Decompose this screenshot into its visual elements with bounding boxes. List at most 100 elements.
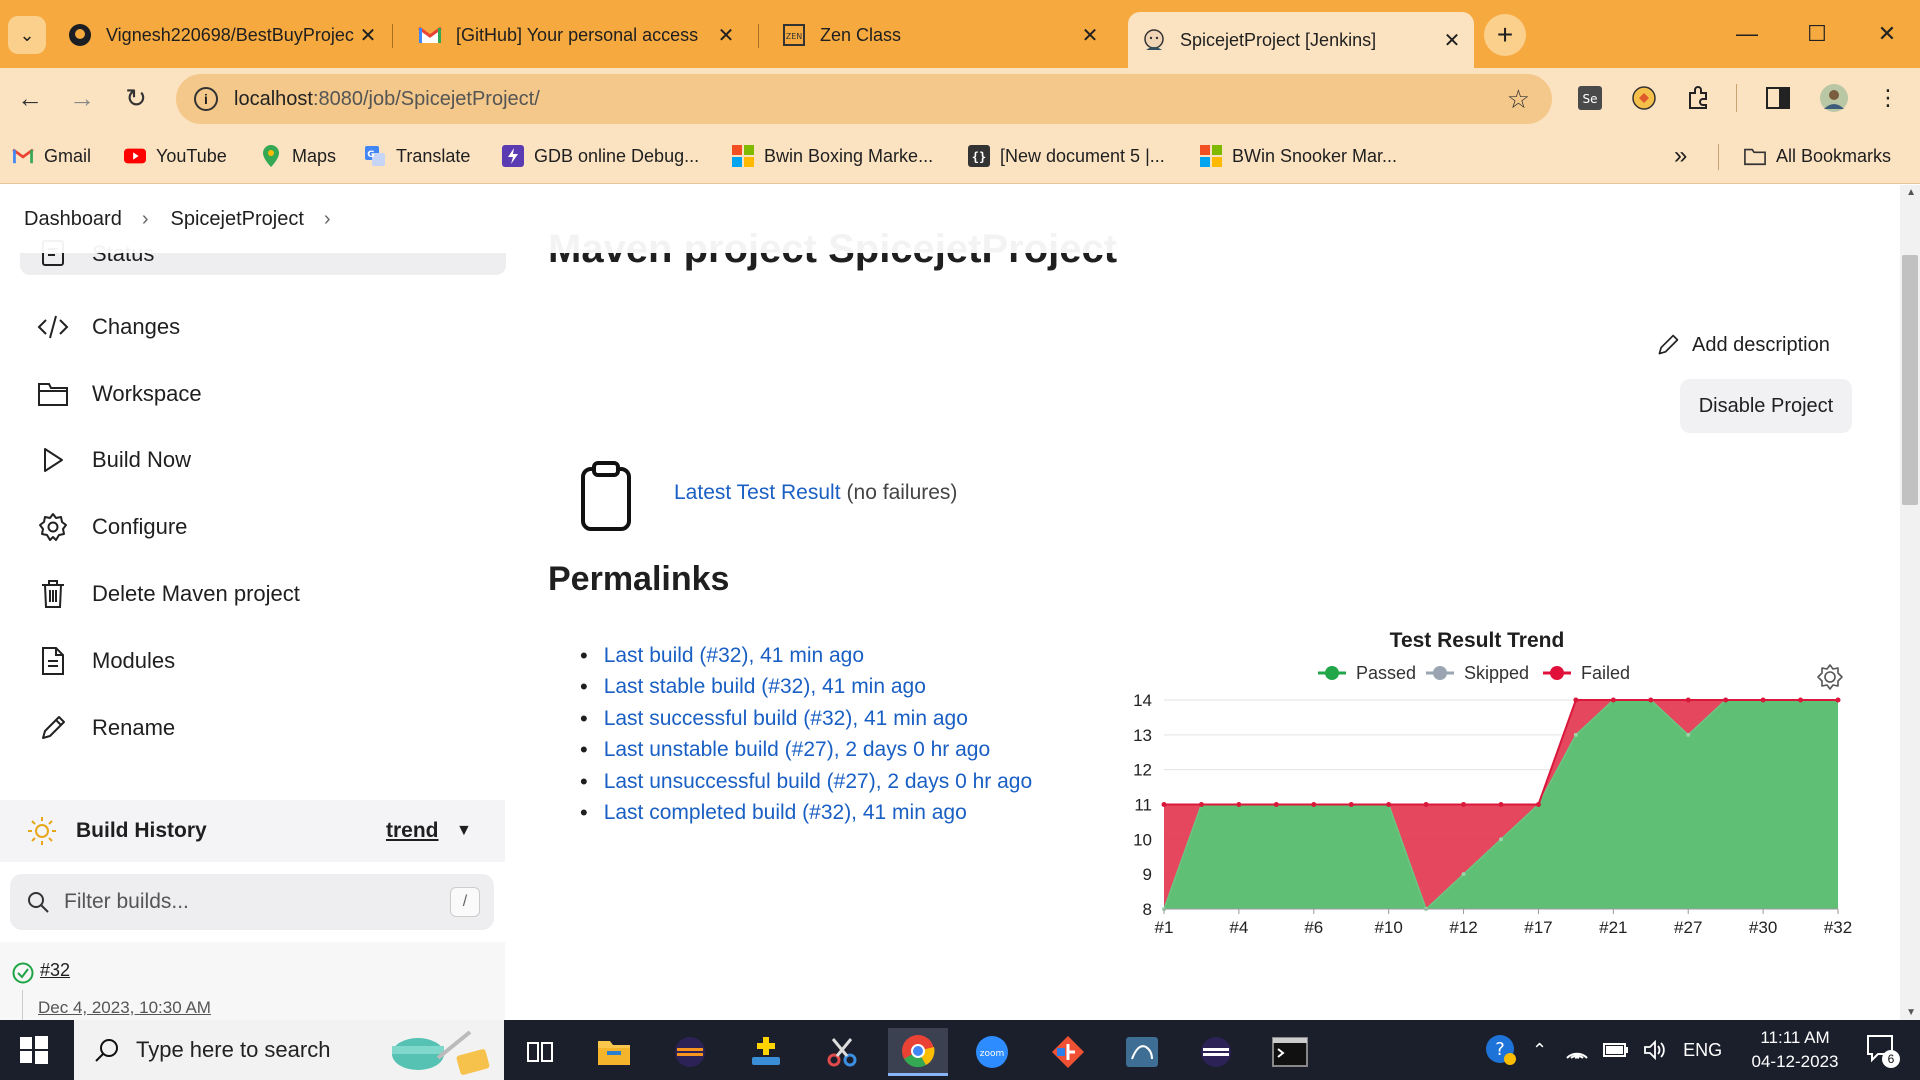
legend-label: Passed — [1356, 663, 1416, 683]
sidebar-item-changes[interactable]: Changes — [20, 299, 506, 355]
maximize-icon: ☐ — [1807, 21, 1827, 46]
permalink-last-unstable-build[interactable]: Last unstable build (#27), 2 days 0 hr a… — [580, 735, 1032, 767]
failed-point — [1535, 802, 1541, 807]
zoom-app-button[interactable]: zoom — [962, 1028, 1022, 1076]
more-menu-icon[interactable]: ⋮ — [1872, 82, 1904, 114]
scrollbar-thumb[interactable] — [1902, 255, 1918, 505]
snipping-tool-button[interactable] — [812, 1028, 872, 1076]
app-button[interactable] — [736, 1028, 796, 1076]
scissors-icon — [827, 1038, 857, 1067]
windows-icon — [20, 1036, 48, 1064]
task-view-button[interactable] — [510, 1028, 570, 1076]
breadcrumb-project[interactable]: SpicejetProject — [171, 208, 304, 231]
disable-project-button[interactable]: Disable Project — [1680, 379, 1852, 433]
permalink-last-build[interactable]: Last build (#32), 41 min ago — [580, 640, 1032, 672]
filter-builds-input[interactable]: Filter builds... / — [10, 874, 494, 930]
chevron-up-icon[interactable]: ⌃ — [1532, 1040, 1547, 1061]
help-icon[interactable]: ? — [1484, 1033, 1518, 1067]
bookmarks-overflow-button[interactable]: » — [1674, 142, 1687, 170]
windows-start-button[interactable] — [18, 1034, 50, 1066]
y-tick-label: 10 — [1133, 830, 1152, 849]
bookmark-translate[interactable]: G Translate — [364, 142, 470, 170]
bookmark-gdb[interactable]: GDB online Debug... — [502, 142, 699, 170]
tab-github[interactable]: Vignesh220698/BestBuyProjec ✕ — [60, 12, 390, 58]
passed-point — [1499, 837, 1503, 842]
sidebar-item-rename[interactable]: Rename — [20, 700, 506, 756]
permalink-last-unsuccessful-build[interactable]: Last unsuccessful build (#27), 2 days 0 … — [580, 766, 1032, 798]
extension-icon[interactable] — [1628, 82, 1660, 114]
eclipse-app-button[interactable] — [660, 1028, 720, 1076]
eclipse-icon — [1201, 1037, 1231, 1067]
volume-icon[interactable] — [1643, 1040, 1667, 1060]
minimize-button[interactable]: — — [1722, 14, 1772, 54]
close-icon[interactable]: ✕ — [356, 23, 380, 48]
sidebar-item-delete[interactable]: Delete Maven project — [20, 566, 506, 622]
y-tick-label: 8 — [1143, 900, 1152, 919]
side-panel-icon[interactable] — [1762, 82, 1794, 114]
avatar[interactable] — [1818, 82, 1850, 114]
tab-zen-class[interactable]: ZEN Zen Class ✕ — [782, 12, 1112, 58]
bookmark-bwin-snooker[interactable]: BWin Snooker Mar... — [1200, 142, 1397, 170]
close-icon[interactable]: ✕ — [1440, 28, 1464, 53]
taskbar-clock[interactable]: 11:11 AM 04-12-2023 — [1740, 1026, 1850, 1074]
permalink-last-successful-build[interactable]: Last successful build (#32), 41 min ago — [580, 703, 1032, 735]
sidebar-item-workspace[interactable]: Workspace — [20, 366, 506, 422]
forward-button[interactable]: → — [62, 78, 102, 118]
scroll-down-icon[interactable]: ▼ — [1906, 1007, 1916, 1018]
tab-search-button[interactable]: ⌄ — [8, 16, 46, 54]
terminal-app-button[interactable] — [1260, 1028, 1320, 1076]
bookmark-new-document[interactable]: {} [New document 5 |... — [968, 142, 1165, 170]
sidebar-item-configure[interactable]: Configure — [20, 499, 506, 555]
all-bookmarks-button[interactable]: All Bookmarks — [1744, 142, 1891, 170]
sidebar-item-modules[interactable]: Modules — [20, 633, 506, 689]
star-icon[interactable]: ☆ — [1507, 84, 1530, 115]
sidebar-item-build-now[interactable]: Build Now — [20, 432, 506, 488]
notifications-button[interactable]: 6 — [1864, 1032, 1900, 1068]
git-app-button[interactable] — [1038, 1028, 1098, 1076]
permalink-last-stable-build[interactable]: Last stable build (#32), 41 min ago — [580, 672, 1032, 704]
breadcrumb-dashboard[interactable]: Dashboard — [24, 208, 122, 231]
latest-test-result-link[interactable]: Latest Test Result — [674, 481, 841, 505]
close-icon[interactable]: ✕ — [1078, 23, 1102, 48]
eclipse-app-button-2[interactable] — [1186, 1028, 1246, 1076]
info-icon[interactable]: i — [194, 87, 218, 111]
chrome-app-button[interactable] — [888, 1028, 948, 1076]
build-date[interactable]: Dec 4, 2023, 10:30 AM — [38, 998, 211, 1018]
selenium-extension-icon[interactable]: Se — [1574, 82, 1606, 114]
chevron-down-icon[interactable]: ▼ — [456, 822, 472, 840]
sidebar-item-label: Changes — [92, 314, 181, 339]
back-button[interactable]: ← — [10, 78, 50, 118]
reload-icon: ↻ — [125, 82, 147, 113]
add-description-button[interactable]: Add description — [1656, 333, 1830, 357]
search-icon — [94, 1037, 120, 1063]
trend-link[interactable]: trend — [386, 819, 439, 843]
reload-button[interactable]: ↻ — [116, 78, 156, 118]
wifi-icon[interactable] — [1565, 1040, 1589, 1060]
y-tick-label: 11 — [1134, 796, 1152, 815]
mysql-app-button[interactable] — [1112, 1028, 1172, 1076]
close-icon[interactable]: ✕ — [714, 23, 738, 48]
page-scrollbar[interactable]: ▲ ▼ — [1900, 185, 1920, 1020]
permalink-last-completed-build[interactable]: Last completed build (#32), 41 min ago — [580, 798, 1032, 830]
bookmark-gmail[interactable]: Gmail — [12, 142, 91, 170]
scroll-up-icon[interactable]: ▲ — [1906, 187, 1916, 198]
battery-icon[interactable] — [1603, 1042, 1629, 1058]
taskbar-search-box[interactable]: Type here to search — [74, 1020, 504, 1080]
address-bar[interactable]: i localhost:8080/job/SpicejetProject/ ☆ — [176, 74, 1552, 124]
bookmark-maps[interactable]: Maps — [260, 142, 336, 170]
build-link[interactable]: #32 — [40, 960, 70, 981]
gdb-icon — [502, 145, 524, 167]
file-explorer-button[interactable] — [584, 1028, 644, 1076]
bookmark-bwin-boxing[interactable]: Bwin Boxing Marke... — [732, 142, 933, 170]
tab-gmail[interactable]: [GitHub] Your personal access ✕ — [418, 12, 748, 58]
chevron-right-icon[interactable]: › — [324, 208, 331, 231]
language-indicator[interactable]: ENG — [1683, 1040, 1722, 1061]
new-tab-button[interactable]: + — [1484, 14, 1526, 56]
maximize-button[interactable]: ☐ — [1792, 14, 1842, 54]
tab-jenkins[interactable]: SpicejetProject [Jenkins] ✕ — [1128, 12, 1474, 68]
gear-icon[interactable] — [1817, 664, 1843, 690]
puzzle-icon[interactable] — [1682, 82, 1714, 114]
close-window-button[interactable]: ✕ — [1862, 14, 1912, 54]
folder-icon — [1744, 145, 1766, 167]
bookmark-youtube[interactable]: YouTube — [124, 142, 227, 170]
